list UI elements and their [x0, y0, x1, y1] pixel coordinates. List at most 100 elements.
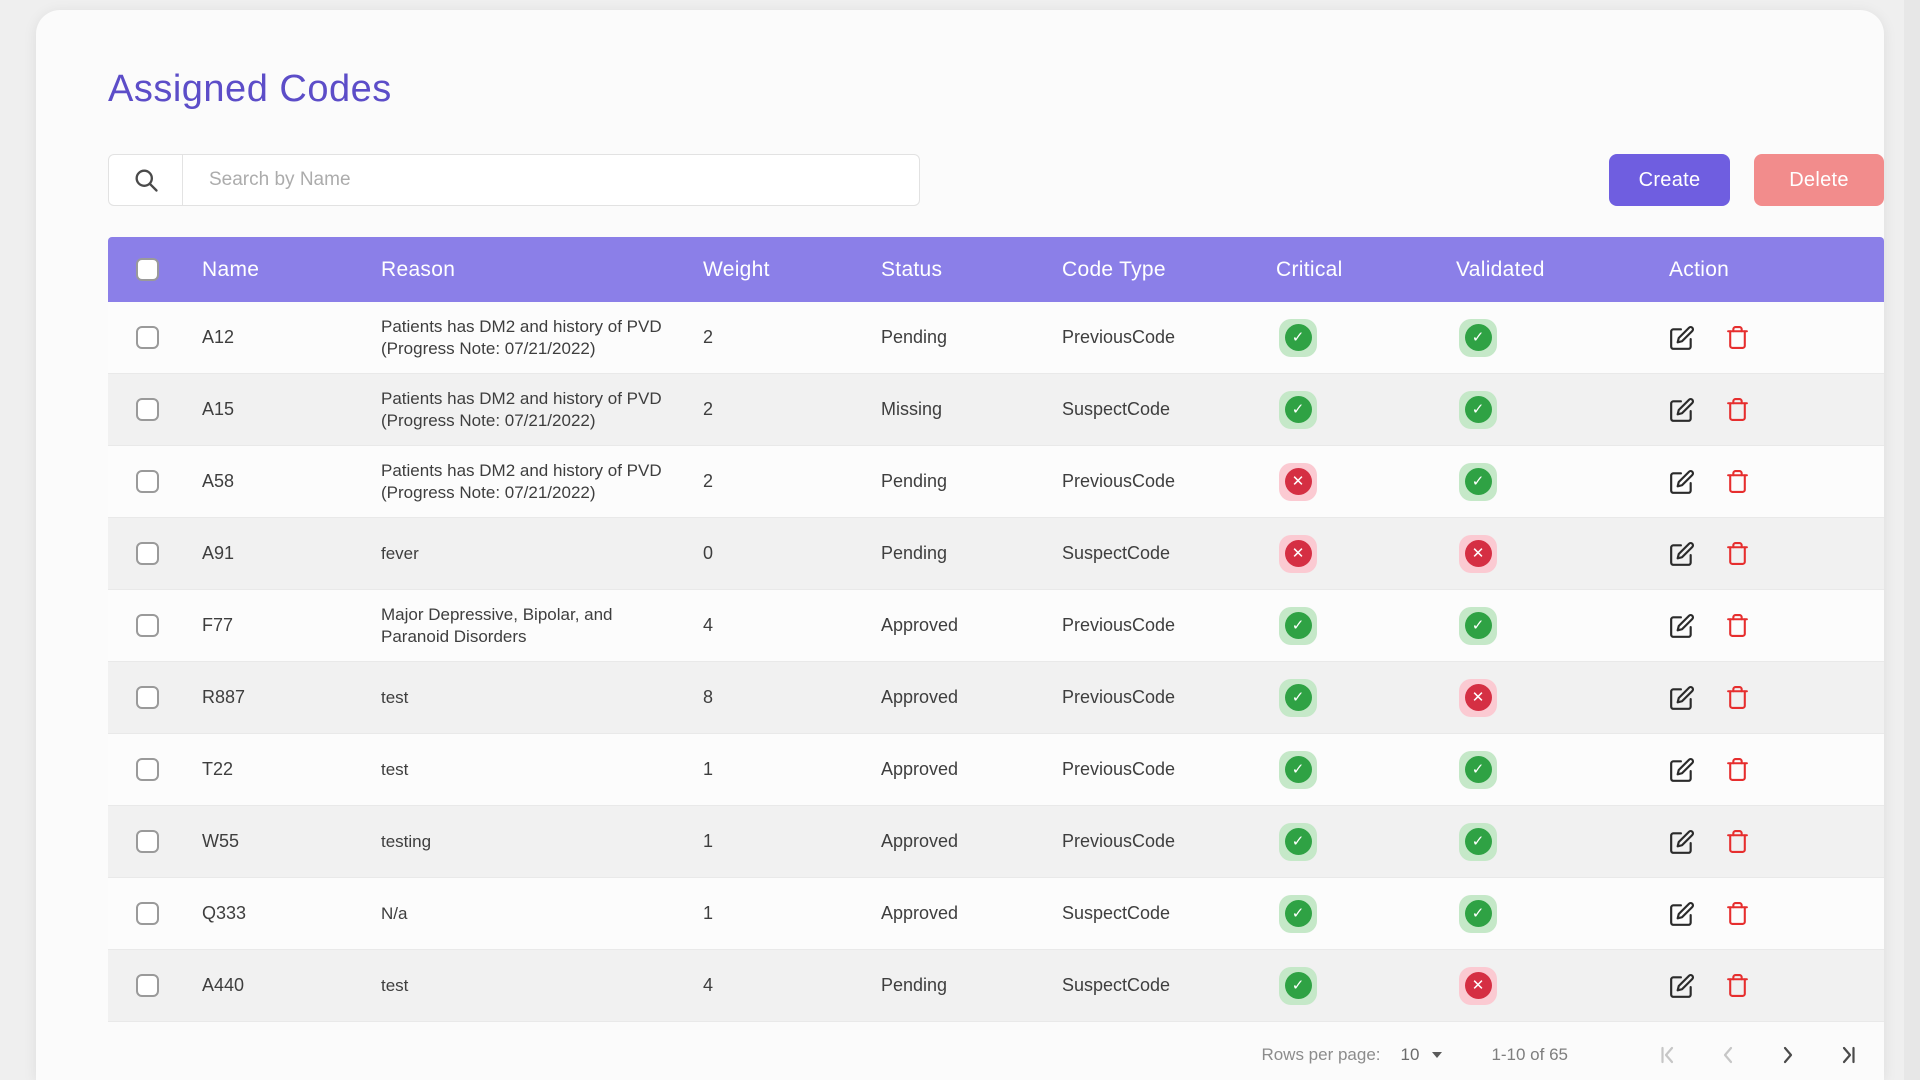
cell-name: A58 — [202, 471, 381, 492]
next-page-button[interactable] — [1776, 1043, 1800, 1067]
create-button[interactable]: Create — [1609, 154, 1730, 206]
cell-status: Pending — [881, 471, 1062, 492]
validated-badge: ✓ — [1459, 895, 1497, 933]
first-page-button[interactable] — [1656, 1043, 1680, 1067]
cell-code-type: PreviousCode — [1062, 327, 1276, 348]
row-checkbox[interactable] — [136, 686, 159, 709]
cell-name: A12 — [202, 327, 381, 348]
edit-icon[interactable] — [1669, 613, 1695, 639]
scrollbar-track[interactable] — [1904, 0, 1920, 1080]
cell-code-type: PreviousCode — [1062, 687, 1276, 708]
validated-status-icon: ✕ — [1465, 540, 1492, 567]
trash-icon[interactable] — [1725, 973, 1750, 998]
cell-weight: 2 — [703, 399, 881, 420]
critical-status-icon: ✓ — [1285, 324, 1312, 351]
cell-status: Approved — [881, 687, 1062, 708]
row-checkbox[interactable] — [136, 830, 159, 853]
edit-icon[interactable] — [1669, 757, 1695, 783]
edit-icon[interactable] — [1669, 829, 1695, 855]
edit-icon[interactable] — [1669, 397, 1695, 423]
cell-weight: 1 — [703, 831, 881, 852]
trash-icon[interactable] — [1725, 829, 1750, 854]
cell-reason: Major Depressive, Bipolar, and Paranoid … — [381, 604, 703, 648]
validated-badge: ✓ — [1459, 463, 1497, 501]
toolbar: Create Delete — [108, 154, 1884, 206]
last-page-button[interactable] — [1836, 1043, 1860, 1067]
previous-page-icon — [1716, 1043, 1740, 1067]
critical-badge: ✓ — [1279, 391, 1317, 429]
previous-page-button[interactable] — [1716, 1043, 1740, 1067]
assigned-codes-table: Name Reason Weight Status Code Type Crit… — [108, 237, 1884, 1022]
search-box — [108, 154, 920, 206]
table-row: T22 test 1 Approved PreviousCode ✓ ✓ — [108, 734, 1884, 806]
validated-badge: ✓ — [1459, 607, 1497, 645]
critical-status-icon: ✕ — [1285, 540, 1312, 567]
trash-icon[interactable] — [1725, 685, 1750, 710]
critical-status-icon: ✕ — [1285, 468, 1312, 495]
trash-icon[interactable] — [1725, 613, 1750, 638]
trash-icon[interactable] — [1725, 757, 1750, 782]
table-row: W55 testing 1 Approved PreviousCode ✓ ✓ — [108, 806, 1884, 878]
critical-status-icon: ✓ — [1285, 972, 1312, 999]
column-header-status: Status — [881, 258, 1062, 282]
cell-name: A15 — [202, 399, 381, 420]
cell-code-type: SuspectCode — [1062, 543, 1276, 564]
critical-badge: ✓ — [1279, 751, 1317, 789]
validated-status-icon: ✓ — [1465, 324, 1492, 351]
table-row: Q333 N/a 1 Approved SuspectCode ✓ ✓ — [108, 878, 1884, 950]
delete-button[interactable]: Delete — [1754, 154, 1884, 206]
critical-badge: ✓ — [1279, 895, 1317, 933]
edit-icon[interactable] — [1669, 541, 1695, 567]
row-checkbox[interactable] — [136, 470, 159, 493]
column-header-action: Action — [1669, 258, 1884, 282]
edit-icon[interactable] — [1669, 685, 1695, 711]
row-checkbox[interactable] — [136, 758, 159, 781]
rows-per-page-select[interactable]: 10 — [1401, 1045, 1444, 1065]
row-checkbox[interactable] — [136, 614, 159, 637]
column-header-reason: Reason — [381, 258, 703, 282]
search-input[interactable] — [183, 155, 919, 205]
table-row: A58 Patients has DM2 and history of PVD … — [108, 446, 1884, 518]
cell-name: T22 — [202, 759, 381, 780]
trash-icon[interactable] — [1725, 325, 1750, 350]
critical-badge: ✓ — [1279, 967, 1317, 1005]
select-all-checkbox[interactable] — [136, 258, 159, 281]
next-page-icon — [1776, 1043, 1800, 1067]
validated-status-icon: ✓ — [1465, 828, 1492, 855]
cell-code-type: PreviousCode — [1062, 759, 1276, 780]
edit-icon[interactable] — [1669, 901, 1695, 927]
row-checkbox[interactable] — [136, 902, 159, 925]
cell-reason: Patients has DM2 and history of PVD (Pro… — [381, 316, 703, 360]
row-checkbox[interactable] — [136, 326, 159, 349]
edit-icon[interactable] — [1669, 469, 1695, 495]
cell-name: F77 — [202, 615, 381, 636]
cell-status: Approved — [881, 615, 1062, 636]
row-checkbox[interactable] — [136, 398, 159, 421]
cell-reason: N/a — [381, 903, 703, 925]
table-row: A91 fever 0 Pending SuspectCode ✕ ✕ — [108, 518, 1884, 590]
rows-per-page-label: Rows per page: — [1261, 1045, 1380, 1065]
cell-reason: test — [381, 687, 703, 709]
validated-status-icon: ✓ — [1465, 756, 1492, 783]
edit-icon[interactable] — [1669, 325, 1695, 351]
cell-weight: 1 — [703, 903, 881, 924]
trash-icon[interactable] — [1725, 901, 1750, 926]
cell-code-type: PreviousCode — [1062, 615, 1276, 636]
critical-badge: ✕ — [1279, 463, 1317, 501]
edit-icon[interactable] — [1669, 973, 1695, 999]
cell-code-type: PreviousCode — [1062, 471, 1276, 492]
trash-icon[interactable] — [1725, 541, 1750, 566]
row-checkbox[interactable] — [136, 974, 159, 997]
column-header-weight: Weight — [703, 258, 881, 282]
validated-status-icon: ✓ — [1465, 396, 1492, 423]
page-title: Assigned Codes — [108, 68, 392, 111]
cell-weight: 0 — [703, 543, 881, 564]
cell-name: A91 — [202, 543, 381, 564]
trash-icon[interactable] — [1725, 397, 1750, 422]
search-icon[interactable] — [109, 155, 183, 205]
table-row: A15 Patients has DM2 and history of PVD … — [108, 374, 1884, 446]
trash-icon[interactable] — [1725, 469, 1750, 494]
cell-status: Missing — [881, 399, 1062, 420]
row-checkbox[interactable] — [136, 542, 159, 565]
cell-status: Pending — [881, 975, 1062, 996]
